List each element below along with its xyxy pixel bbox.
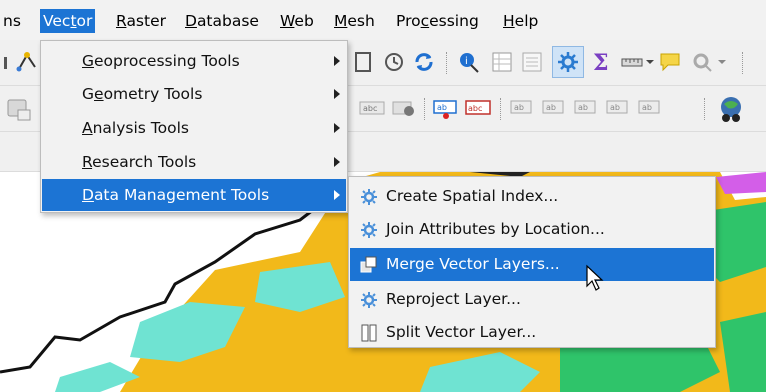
label-pin-icon[interactable] — [390, 96, 418, 120]
submenu-arrow-icon — [334, 123, 340, 133]
menu-item-geoprocessing-tools[interactable]: Geoprocessing Tools — [42, 45, 346, 77]
label-tool-5-icon[interactable]: ab — [636, 96, 664, 120]
digitize-node-icon[interactable] — [14, 49, 40, 75]
gear-cog-icon — [361, 292, 377, 308]
gear-cog-icon — [361, 189, 377, 205]
toolbar-separator — [742, 52, 744, 74]
submenu-arrow-icon — [334, 190, 340, 200]
identify-features-icon[interactable]: i — [456, 50, 482, 74]
toolbar-separator — [704, 98, 706, 120]
toolbar-separator — [446, 52, 448, 74]
menu-item-vector[interactable]: Vector — [40, 9, 96, 33]
select-extent-icon[interactable] — [352, 50, 376, 74]
svg-text:Σ: Σ — [593, 50, 609, 75]
toolbar-separator — [424, 98, 426, 120]
label-tool-3-icon[interactable]: ab — [572, 96, 600, 120]
menu-item-plugins-partial[interactable]: ns — [0, 9, 24, 33]
menu-item-database[interactable]: Database — [182, 9, 262, 33]
label-tool-1-icon[interactable]: ab — [508, 96, 536, 120]
menu-item-research-tools[interactable]: Research Tools — [42, 146, 346, 178]
menu-item-create-spatial-index[interactable]: Create Spatial Index... — [350, 180, 714, 213]
label-tool-4-icon[interactable]: ab — [604, 96, 632, 120]
submenu-arrow-icon — [334, 89, 340, 99]
label-highlight-icon[interactable]: ab — [432, 96, 460, 120]
menu-item-data-management-tools[interactable]: Data Management Tools — [42, 179, 346, 211]
menu-item-reproject-layer[interactable]: Reproject Layer... — [350, 283, 714, 316]
mouse-pointer-icon — [586, 264, 604, 291]
svg-text:ab: ab — [642, 103, 652, 112]
menu-item-analysis-tools[interactable]: Analysis Tools — [42, 112, 346, 144]
label-tool-2-icon[interactable]: ab — [540, 96, 568, 120]
globe-plugin-icon[interactable] — [716, 94, 746, 124]
svg-text:abc: abc — [468, 104, 482, 113]
split-layer-icon — [361, 324, 377, 342]
menu-bar: ns Vector Raster Database Web Mesh Proce… — [0, 0, 766, 40]
merge-layers-icon — [360, 256, 377, 273]
menu-item-merge-vector-layers[interactable]: Merge Vector Layers... — [350, 248, 714, 281]
chevron-down-icon[interactable] — [716, 54, 728, 70]
temporal-clock-icon[interactable] — [382, 50, 406, 74]
svg-text:ab: ab — [578, 103, 588, 112]
toolbar-edge-icon[interactable] — [2, 53, 12, 73]
attribute-table-icon[interactable] — [490, 50, 514, 74]
svg-text:ab: ab — [437, 103, 447, 112]
chevron-down-icon[interactable] — [644, 54, 656, 70]
label-abc-icon[interactable]: abc — [358, 97, 386, 119]
gear-cog-icon — [361, 222, 377, 238]
svg-text:abc: abc — [363, 104, 377, 113]
submenu-arrow-icon — [334, 56, 340, 66]
svg-text:ab: ab — [610, 103, 620, 112]
svg-text:i: i — [465, 56, 468, 67]
menu-item-help[interactable]: Help — [500, 9, 541, 33]
menu-item-geometry-tools[interactable]: Geometry Tools — [42, 78, 346, 110]
statistical-summary-icon[interactable]: Σ — [590, 49, 614, 75]
menu-item-mesh[interactable]: Mesh — [331, 9, 378, 33]
menu-item-split-vector-layer[interactable]: Split Vector Layer... — [350, 316, 714, 349]
layer-edit-icon[interactable] — [4, 96, 34, 122]
field-calculator-icon[interactable] — [520, 50, 544, 74]
menu-item-raster[interactable]: Raster — [113, 9, 169, 33]
measure-line-icon[interactable] — [620, 50, 644, 74]
submenu-arrow-icon — [334, 157, 340, 167]
locator-gear-icon[interactable] — [690, 50, 714, 74]
refresh-icon[interactable] — [412, 50, 436, 74]
toolbar-separator — [500, 98, 502, 120]
menu-item-web[interactable]: Web — [277, 9, 317, 33]
svg-text:ab: ab — [514, 103, 524, 112]
svg-text:ab: ab — [546, 103, 556, 112]
menu-item-join-attributes-by-location[interactable]: Join Attributes by Location... — [350, 213, 714, 246]
menu-item-processing[interactable]: Processing — [393, 9, 482, 33]
processing-toolbox-icon[interactable] — [552, 46, 584, 78]
label-red-abc-icon[interactable]: abc — [464, 96, 492, 120]
map-tips-icon[interactable] — [658, 50, 682, 74]
data-management-submenu: Create Spatial Index... Join Attributes … — [348, 176, 716, 348]
vector-menu-dropdown: Geoprocessing Tools Geometry Tools Analy… — [40, 40, 348, 213]
